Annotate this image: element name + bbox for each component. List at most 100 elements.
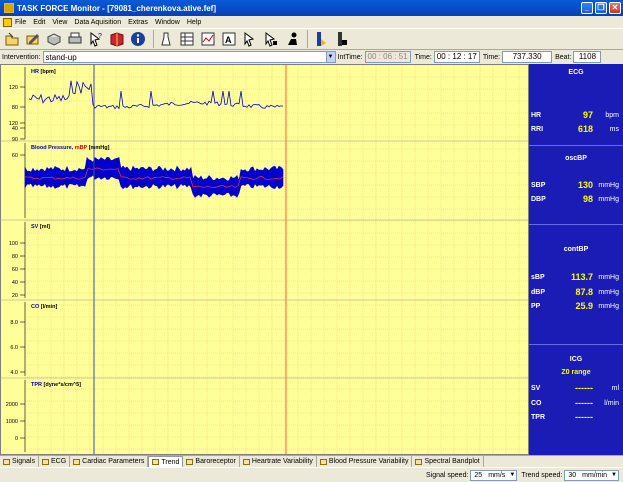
marker-icon[interactable] (157, 30, 175, 48)
menu-extras[interactable]: Extras (128, 19, 148, 26)
tab-cardiac-parameters[interactable]: Cardiac Parameters (70, 456, 149, 467)
title-bar: TASK FORCE Monitor - [79081_cherenkova.a… (0, 0, 623, 16)
menu-help[interactable]: Help (187, 19, 201, 26)
ecg-title: ECG (568, 69, 584, 76)
edit-icon[interactable] (24, 30, 42, 48)
panel-label: HR [bpm] (31, 69, 56, 75)
chevron-down-icon[interactable]: ▼ (325, 52, 335, 62)
contbp-pp-value: 25.9 (575, 301, 593, 311)
contbp-sbp-unit: mmHg (598, 273, 619, 281)
contbp-sbp-value: 113.7 (570, 272, 593, 282)
tab-trend[interactable]: Trend (148, 456, 184, 467)
time2-label: Time: (482, 53, 501, 61)
contbp-pp-label: PP (531, 302, 541, 310)
intervention-label: Intervention: (2, 53, 41, 61)
cursor-icon[interactable] (241, 30, 259, 48)
chevron-down-icon[interactable]: ▼ (508, 472, 516, 478)
tab-icon (415, 458, 423, 465)
panel-label: CO [l/min] (31, 304, 57, 310)
axis-tick-label: 60 (12, 267, 18, 273)
person-icon[interactable] (283, 30, 301, 48)
bar-icon[interactable] (311, 30, 329, 48)
tab-icon (186, 458, 194, 465)
oscbp-dbp-value: 98 (582, 194, 593, 204)
ecg-hr-row: HR 97 bpm (531, 110, 621, 120)
tab-blood-pressure-variability[interactable]: Blood Pressure Variability (317, 456, 413, 467)
svg-text:?: ? (98, 33, 102, 40)
trend-plot[interactable]: HR [bpm] 120 80 40 Blood Pressure, mBP [mmHg… (0, 64, 529, 455)
app-logo-icon (4, 3, 14, 13)
cursor2-icon[interactable] (262, 30, 280, 48)
status-bar: Signal speed: 25 mm/s ▼ Trend speed: 30 … (0, 467, 623, 482)
values-panel: ECG HR 97 bpm RRI 618 ms oscBP SBP 130 m… (529, 64, 623, 455)
tab-signals[interactable]: Signals (0, 456, 39, 467)
menu-bar: File Edit View Data Aquisition Extras Wi… (0, 16, 623, 28)
signal-speed-select[interactable]: 25 mm/s ▼ (470, 469, 518, 481)
axis-tick-label: 0 (15, 436, 18, 442)
icg-co-value: ------ (575, 398, 593, 408)
oscbp-title: oscBP (565, 155, 587, 162)
toolbar: ? A (0, 28, 623, 50)
book-icon[interactable] (108, 30, 126, 48)
toolbar-separator (307, 30, 308, 48)
contbp-dbp-label: dBP (531, 288, 545, 296)
axis-tick-label: 90 (12, 137, 18, 143)
icg-sv-unit: ml (611, 384, 619, 392)
menu-edit[interactable]: Edit (33, 19, 45, 26)
inttime-label: IntTime: (337, 53, 363, 61)
axis-tick-label: 80 (12, 105, 18, 111)
tab-label: Spectral Bandplot (424, 458, 480, 465)
text-icon[interactable]: A (220, 30, 238, 48)
tab-heartrate-variability[interactable]: Heartrate Variability (240, 456, 317, 467)
stop-icon[interactable] (332, 30, 350, 48)
chart-icon[interactable] (199, 30, 217, 48)
tab-baroreceptor[interactable]: Baroreceptor (183, 456, 240, 467)
icg-tpr-value: ------ (575, 412, 593, 422)
ecg-rri-value: 618 (577, 124, 593, 134)
info-icon[interactable] (129, 30, 147, 48)
tab-icon (152, 459, 160, 465)
oscbp-sbp-unit: mmHg (598, 181, 619, 189)
menu-view[interactable]: View (52, 19, 67, 26)
icg-co-row: CO ------ l/min (531, 398, 621, 408)
axis-tick-label: 1000 (6, 419, 18, 425)
minimize-button[interactable]: _ (581, 2, 593, 14)
table-icon[interactable] (178, 30, 196, 48)
chevron-down-icon[interactable]: ▼ (610, 472, 618, 478)
tab-spectral-bandplot[interactable]: Spectral Bandplot (412, 456, 484, 467)
intervention-select[interactable]: stand-up ▼ (42, 51, 336, 63)
print-icon[interactable] (66, 30, 84, 48)
document-icon[interactable] (3, 17, 12, 27)
axis-tick-label: 120 (9, 85, 18, 91)
trend-speed-label: Trend speed: (521, 471, 563, 479)
contbp-dbp-row: dBP 87.8 mmHg (531, 287, 621, 297)
axis-tick-label: 40 (12, 280, 18, 286)
icg-sv-value: ------ (575, 383, 593, 393)
panel-label: Blood Pressure, mBP [mmHg] (31, 145, 110, 151)
oscbp-sbp-label: SBP (531, 181, 546, 189)
tab-label: Cardiac Parameters (82, 458, 145, 465)
time2-field: 737.330 (502, 51, 553, 63)
help-pointer-icon[interactable]: ? (87, 30, 105, 48)
tab-icon (41, 458, 49, 465)
trend-speed-select[interactable]: 30 mm/min ▼ (564, 469, 619, 481)
save-icon[interactable] (45, 30, 63, 48)
open-icon[interactable] (3, 30, 21, 48)
menu-data-aquisition[interactable]: Data Aquisition (74, 19, 121, 26)
intervention-value: stand-up (45, 52, 77, 62)
tab-ecg[interactable]: ECG (39, 456, 71, 467)
tab-icon (319, 458, 327, 465)
close-button[interactable]: ✕ (609, 2, 621, 14)
contbp-sbp-row: sBP 113.7 mmHg (531, 272, 621, 282)
icg-sv-label: SV (531, 384, 541, 392)
axis-tick-label: 2000 (6, 402, 18, 408)
trend-speed-value: 30 (568, 471, 577, 479)
tab-label: Heartrate Variability (251, 458, 313, 465)
menu-window[interactable]: Window (155, 19, 180, 26)
menu-file[interactable]: File (15, 19, 26, 26)
tab-label: Baroreceptor (195, 458, 236, 465)
oscbp-dbp-unit: mmHg (598, 195, 619, 203)
axis-tick-label: 8.0 (10, 320, 18, 326)
restore-button[interactable]: ❐ (595, 2, 607, 14)
trend-chart: HR [bpm] 120 80 40 Blood Pressure, mBP [mmHg… (1, 65, 528, 454)
